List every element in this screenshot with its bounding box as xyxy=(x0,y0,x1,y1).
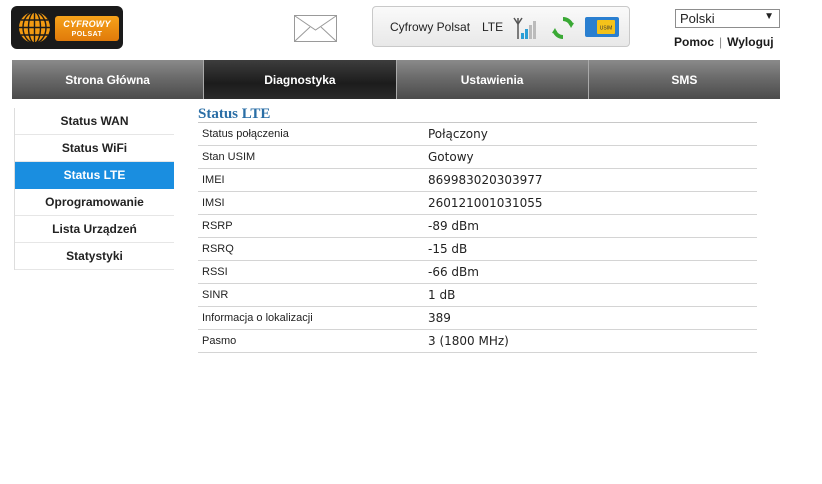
lte-status-table: Status połączenia Połączony Stan USIM Goto… xyxy=(198,123,757,353)
tab-diagnostics[interactable]: Diagnostyka xyxy=(204,60,397,99)
sidebar-item-status-wan[interactable]: Status WAN xyxy=(15,108,174,135)
row-label: IMEI xyxy=(198,168,424,192)
envelope-icon[interactable] xyxy=(294,15,337,42)
row-label: SINR xyxy=(198,283,424,307)
row-label: Pasmo xyxy=(198,329,424,353)
sidebar-item-software[interactable]: Oprogramowanie xyxy=(15,189,174,216)
sidebar-item-device-list[interactable]: Lista Urządzeń xyxy=(15,216,174,243)
top-links: Pomoc | Wyloguj xyxy=(674,35,774,49)
row-value: Gotowy xyxy=(424,145,757,169)
logo-line2: POLSAT xyxy=(71,31,103,38)
help-link[interactable]: Pomoc xyxy=(674,35,714,49)
chevron-down-icon: ▼ xyxy=(764,11,774,22)
row-label: Stan USIM xyxy=(198,145,424,169)
main-nav: Strona Główna Diagnostyka Ustawienia SMS xyxy=(12,60,780,99)
row-value: -89 dBm xyxy=(424,214,757,238)
row-label: Informacja o lokalizacji xyxy=(198,306,424,330)
row-value: 3 (1800 MHz) xyxy=(424,329,757,353)
row-value: 260121001031055 xyxy=(424,191,757,215)
sidebar: Status WAN Status WiFi Status LTE Oprogr… xyxy=(14,108,174,270)
refresh-icon[interactable] xyxy=(551,16,575,40)
logo-line1: CYFROWY xyxy=(63,19,111,29)
logout-link[interactable]: Wyloguj xyxy=(727,35,773,49)
row-value: 869983020303977 xyxy=(424,168,757,192)
table-row: Stan USIM Gotowy xyxy=(198,145,757,169)
language-select[interactable]: Polski ▼ xyxy=(675,9,780,28)
table-row: RSRQ -15 dB xyxy=(198,237,757,261)
row-value: 389 xyxy=(424,306,757,330)
sidebar-item-status-lte[interactable]: Status LTE xyxy=(15,162,174,189)
row-label: RSSI xyxy=(198,260,424,284)
globe-logo-icon xyxy=(19,11,50,44)
table-row: Status połączenia Połączony xyxy=(198,123,757,146)
row-label: Status połączenia xyxy=(198,123,424,146)
row-label: IMSI xyxy=(198,191,424,215)
network-type: LTE xyxy=(482,20,504,34)
page-title: Status LTE xyxy=(198,106,271,122)
table-row: SINR 1 dB xyxy=(198,283,757,307)
row-value: 1 dB xyxy=(424,283,757,307)
table-row: Informacja o lokalizacji 389 xyxy=(198,306,757,330)
logo: CYFROWY POLSAT xyxy=(11,6,123,49)
language-select-value: Polski xyxy=(680,11,715,26)
row-value: -15 dB xyxy=(424,237,757,261)
table-row: Pasmo 3 (1800 MHz) xyxy=(198,329,757,353)
logo-wordmark: CYFROWY POLSAT xyxy=(55,16,119,41)
row-label: RSRQ xyxy=(198,237,424,261)
tab-home[interactable]: Strona Główna xyxy=(12,60,205,99)
row-label: RSRP xyxy=(198,214,424,238)
table-row: RSRP -89 dBm xyxy=(198,214,757,238)
connection-status-panel: Cyfrowy Polsat LTE USIM xyxy=(372,6,630,47)
operator-name: Cyfrowy Polsat xyxy=(390,20,471,34)
row-value: Połączony xyxy=(424,123,757,146)
table-row: IMSI 260121001031055 xyxy=(198,191,757,215)
sidebar-item-status-wifi[interactable]: Status WiFi xyxy=(15,135,174,162)
row-value: -66 dBm xyxy=(424,260,757,284)
sidebar-item-statistics[interactable]: Statystyki xyxy=(15,243,174,270)
tab-settings[interactable]: Ustawienia xyxy=(396,60,589,99)
tab-sms[interactable]: SMS xyxy=(588,60,780,99)
sim-card-icon: USIM xyxy=(585,17,619,37)
signal-bars-icon xyxy=(513,17,536,39)
sim-label: USIM xyxy=(600,26,613,32)
link-separator: | xyxy=(719,35,723,49)
table-row: RSSI -66 dBm xyxy=(198,260,757,284)
table-row: IMEI 869983020303977 xyxy=(198,168,757,192)
